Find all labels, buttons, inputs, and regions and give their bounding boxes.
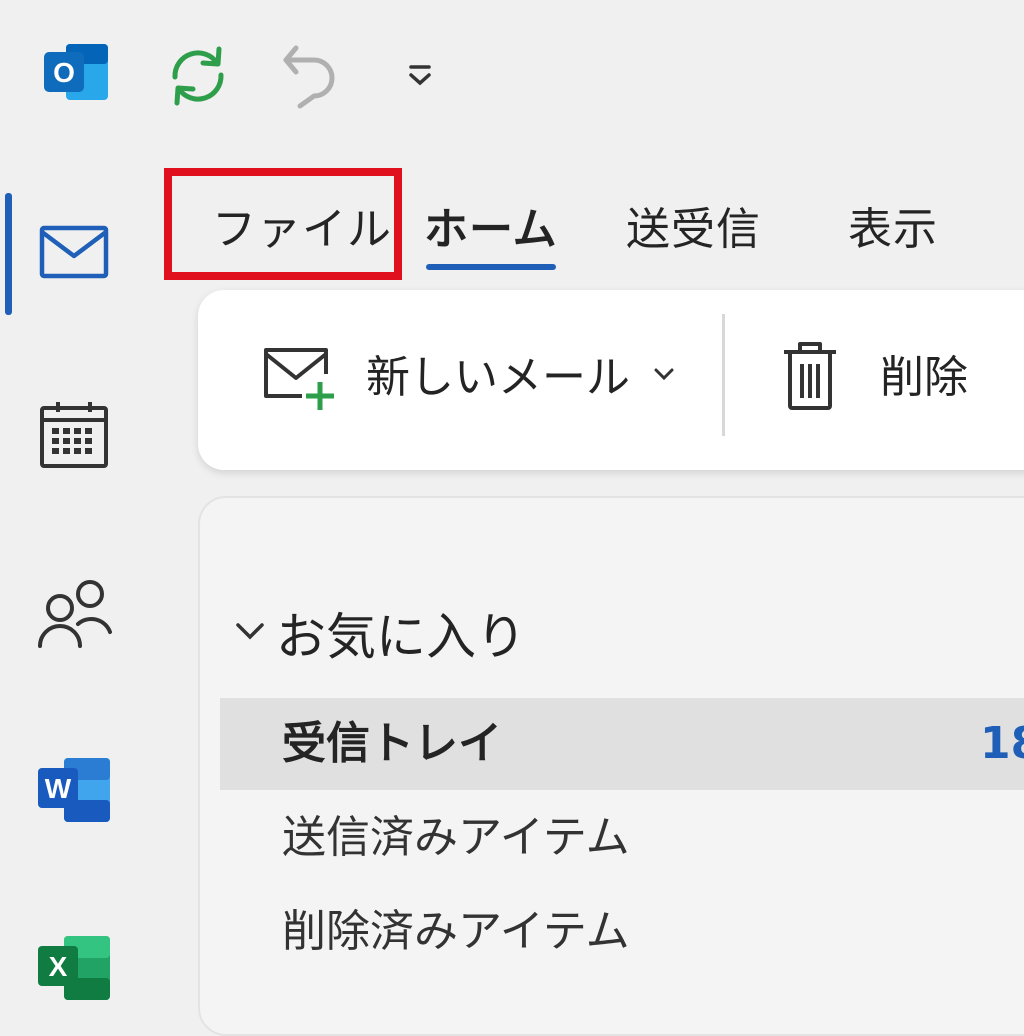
chevron-down-icon (232, 619, 276, 647)
folder-name: 送信済みアイテム (282, 812, 630, 863)
tab-send-receive[interactable]: 送受信 (626, 198, 761, 262)
tab-view[interactable]: 表示 (848, 198, 938, 262)
active-indicator (5, 193, 12, 315)
undo-icon[interactable] (274, 36, 346, 116)
delete-label: 削除 (880, 352, 968, 403)
outlook-icon: O (38, 36, 114, 108)
highlight-box (164, 168, 402, 280)
trash-icon (780, 340, 840, 416)
excel-icon[interactable]: X (26, 920, 122, 1016)
new-mail-icon (262, 344, 338, 416)
title-bar: O (0, 0, 1024, 160)
folder-name: 削除済みアイテム (282, 906, 630, 957)
tab-home[interactable]: ホーム (424, 198, 558, 262)
unread-count: 18 (980, 718, 1024, 769)
svg-text:O: O (53, 57, 75, 88)
folder-deleted-items[interactable]: 削除済みアイテム (220, 886, 1024, 978)
folder-name: 受信トレイ (282, 718, 502, 769)
people-icon[interactable] (26, 564, 122, 660)
ribbon-divider (722, 314, 725, 436)
favorites-label: お気に入り (276, 608, 526, 666)
sync-icon[interactable] (158, 36, 238, 116)
active-tab-underline (426, 264, 556, 270)
calendar-icon[interactable] (26, 386, 122, 482)
chevron-down-icon[interactable] (652, 366, 676, 386)
mail-icon[interactable] (26, 204, 122, 300)
delete-button[interactable]: 削除 (776, 336, 1016, 420)
new-mail-label: 新しいメール (366, 352, 630, 403)
folder-sent-items[interactable]: 送信済みアイテム (220, 792, 1024, 884)
folder-inbox[interactable]: 受信トレイ 18 (220, 698, 1024, 790)
svg-text:X: X (49, 951, 68, 982)
word-icon[interactable]: W (26, 742, 122, 838)
svg-text:W: W (45, 773, 72, 804)
favorites-header[interactable]: お気に入り (232, 598, 526, 668)
new-mail-button[interactable]: 新しいメール (256, 336, 686, 420)
customize-quick-access-icon[interactable] (398, 52, 442, 96)
